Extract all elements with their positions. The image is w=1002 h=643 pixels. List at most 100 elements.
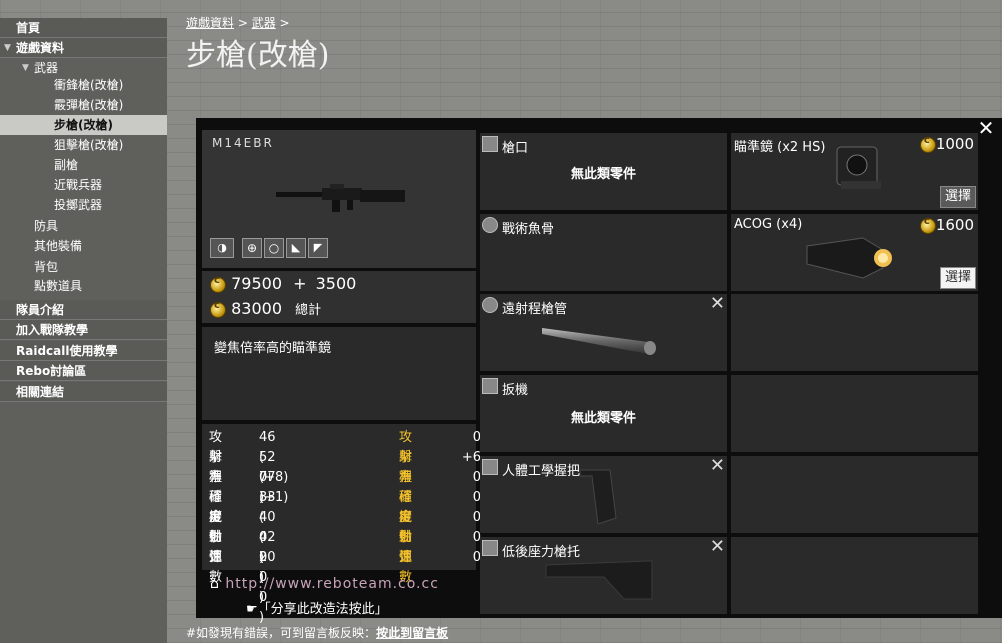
select-button[interactable]: 選擇 [940, 186, 976, 208]
coin-icon [210, 275, 226, 293]
barrel-image [542, 328, 656, 355]
nav-home-label: 首頁 [16, 21, 41, 35]
slot-barrel[interactable]: 遠射程槍管 ✕ [480, 294, 727, 371]
nav-shotgun-label: 霰彈槍(改槍) [54, 98, 124, 112]
nav-throwing-label: 投擲武器 [54, 198, 103, 212]
option-scope-x2[interactable]: 瞄準鏡 (x2 HS) 1000 選擇 [731, 133, 978, 210]
coin-icon [210, 300, 226, 318]
pointing-hand-icon: ☛ [246, 602, 258, 617]
nav-smg[interactable]: 衝鋒槍(改槍) [0, 75, 167, 95]
stat-mod-value: 0 [472, 430, 481, 445]
sidebar: 首頁 ▼ 遊戲資料 ▼ 武器 衝鋒槍(改槍) 霰彈槍(改槍) 步槍(改槍) 狙擊槍(… [0, 18, 167, 643]
nav-raidcall-label: Raidcall使用教學 [16, 344, 118, 358]
option-price-value: 1600 [935, 216, 974, 234]
remove-part-button[interactable]: ✕ [710, 457, 725, 475]
nav-rifle-label: 步槍(改槍) [54, 118, 113, 132]
nav-melee[interactable]: 近戰兵器 [0, 175, 167, 195]
slot-label: 遠射程槍管 [502, 302, 568, 317]
stock-image [545, 560, 653, 600]
nav-sidearm-label: 副槍 [54, 158, 79, 172]
home-icon: ⌂ [210, 576, 220, 592]
nav-join-guide[interactable]: 加入戰隊教學 [0, 320, 167, 340]
nav-forum[interactable]: Rebo討論區 [0, 361, 167, 381]
share-link[interactable]: 「分享此改造法按此」 [258, 602, 388, 617]
stat-mod-value: 0 [472, 530, 481, 545]
nav-links-label: 相關連結 [16, 385, 65, 399]
nav-other-equipment-label: 其他裝備 [34, 239, 83, 253]
option-empty [731, 456, 978, 533]
nav-links[interactable]: 相關連結 [0, 382, 167, 402]
nav-other-equipment[interactable]: 其他裝備 [0, 236, 167, 256]
nav-backpack[interactable]: 背包 [0, 257, 167, 277]
share-row[interactable]: ☛「分享此改造法按此」 [246, 598, 388, 617]
grip-icon [482, 459, 498, 475]
coin-icon [919, 135, 936, 153]
close-panel-button[interactable]: ✕ [976, 118, 996, 138]
nav-raidcall[interactable]: Raidcall使用教學 [0, 341, 167, 361]
duck-icon: ◑ [210, 238, 234, 258]
nav-shotgun[interactable]: 霰彈槍(改槍) [0, 95, 167, 115]
description-box: 變焦倍率高的瞄準鏡 [202, 327, 476, 420]
expand-arrow-icon: ▼ [4, 43, 11, 53]
option-empty [731, 294, 978, 371]
slot-stock[interactable]: 低後座力槍托 ✕ [480, 537, 727, 614]
bottom-note: #如發現有錯誤，可到留言板反映：按此到留言板 [186, 624, 448, 641]
page-title: 步槍(改槍) [186, 38, 330, 73]
nav-point-items[interactable]: 點數道具 [0, 276, 167, 296]
nav-throwing[interactable]: 投擲武器 [0, 195, 167, 215]
nav-game-data-label: 遊戲資料 [16, 41, 65, 55]
option-empty [731, 375, 978, 452]
crosshair-icon [482, 217, 498, 233]
nav-sidearm[interactable]: 副槍 [0, 155, 167, 175]
slot-label: 槍口 [502, 141, 529, 156]
coin-icon [919, 216, 936, 234]
weapon-preview: M14EBR ◑ ⊕ ○ ◣ ◤ [202, 130, 476, 268]
option-price: 1600 [919, 216, 974, 234]
rifle-image [276, 184, 405, 212]
scope-crosshair-icon: ⊕ [242, 238, 262, 258]
option-label: 瞄準鏡 (x2 HS) [734, 140, 826, 155]
total-line: 83000 總計 [210, 299, 321, 318]
nav-forum-label: Rebo討論區 [16, 364, 87, 378]
grip-image [579, 469, 617, 525]
bottom-note-text: #如發現有錯誤，可到留言板反映： [186, 626, 377, 640]
nav-sniper[interactable]: 狙擊槍(改槍) [0, 135, 167, 155]
barrel-icon: ○ [264, 238, 284, 258]
nav-join-guide-label: 加入戰隊教學 [16, 323, 89, 337]
nav-members[interactable]: 隊員介紹 [0, 300, 167, 320]
stat-mod-value: 0 [472, 510, 481, 525]
guestbook-link[interactable]: 按此到留言板 [376, 626, 448, 640]
remove-part-button[interactable]: ✕ [710, 538, 725, 556]
extra-price: 3500 [315, 274, 357, 293]
select-button[interactable]: 選擇 [940, 267, 976, 289]
price-line: 79500 + 3500 [210, 274, 356, 293]
site-url[interactable]: http://www.reboteam.co.cc [225, 576, 439, 592]
nav-armor[interactable]: 防具 [0, 216, 167, 236]
attachment-icons: ◑ ⊕ ○ ◣ ◤ [210, 238, 328, 258]
slot-label: 戰術魚骨 [502, 222, 555, 237]
acog-scope-image [806, 237, 892, 279]
nav-home[interactable]: 首頁 [0, 18, 167, 38]
option-acog-x4[interactable]: ACOG (x4) 1600 選擇 [731, 214, 978, 291]
breadcrumb-separator: > [275, 16, 290, 30]
stat-mod-value: 0 [472, 470, 481, 485]
base-price: 79500 [231, 274, 282, 293]
stock-icon [482, 540, 498, 556]
holographic-sight-image [836, 146, 881, 189]
nav-rifle[interactable]: 步槍(改槍) [0, 115, 167, 135]
option-price-value: 1000 [935, 135, 974, 153]
nav-sniper-label: 狙擊槍(改槍) [54, 138, 124, 152]
slot-trigger[interactable]: 扳機 無此類零件 [480, 375, 727, 452]
breadcrumb-link-weapons[interactable]: 武器 [252, 16, 276, 30]
nav-game-data[interactable]: ▼ 遊戲資料 [0, 38, 167, 58]
slot-grip[interactable]: 人體工學握把 ✕ [480, 456, 727, 533]
price-box: 79500 + 3500 83000 總計 [202, 271, 476, 323]
total-label: 總計 [295, 303, 322, 318]
remove-part-button[interactable]: ✕ [710, 295, 725, 313]
stat-mod-value: 0 [472, 550, 481, 565]
breadcrumb-link-game-data[interactable]: 遊戲資料 [186, 16, 234, 30]
slot-rail[interactable]: 戰術魚骨 [480, 214, 727, 291]
site-url-row: ⌂ http://www.reboteam.co.cc [210, 576, 439, 592]
slot-muzzle[interactable]: 槍口 無此類零件 [480, 133, 727, 210]
stock-icon: ◤ [308, 238, 328, 258]
